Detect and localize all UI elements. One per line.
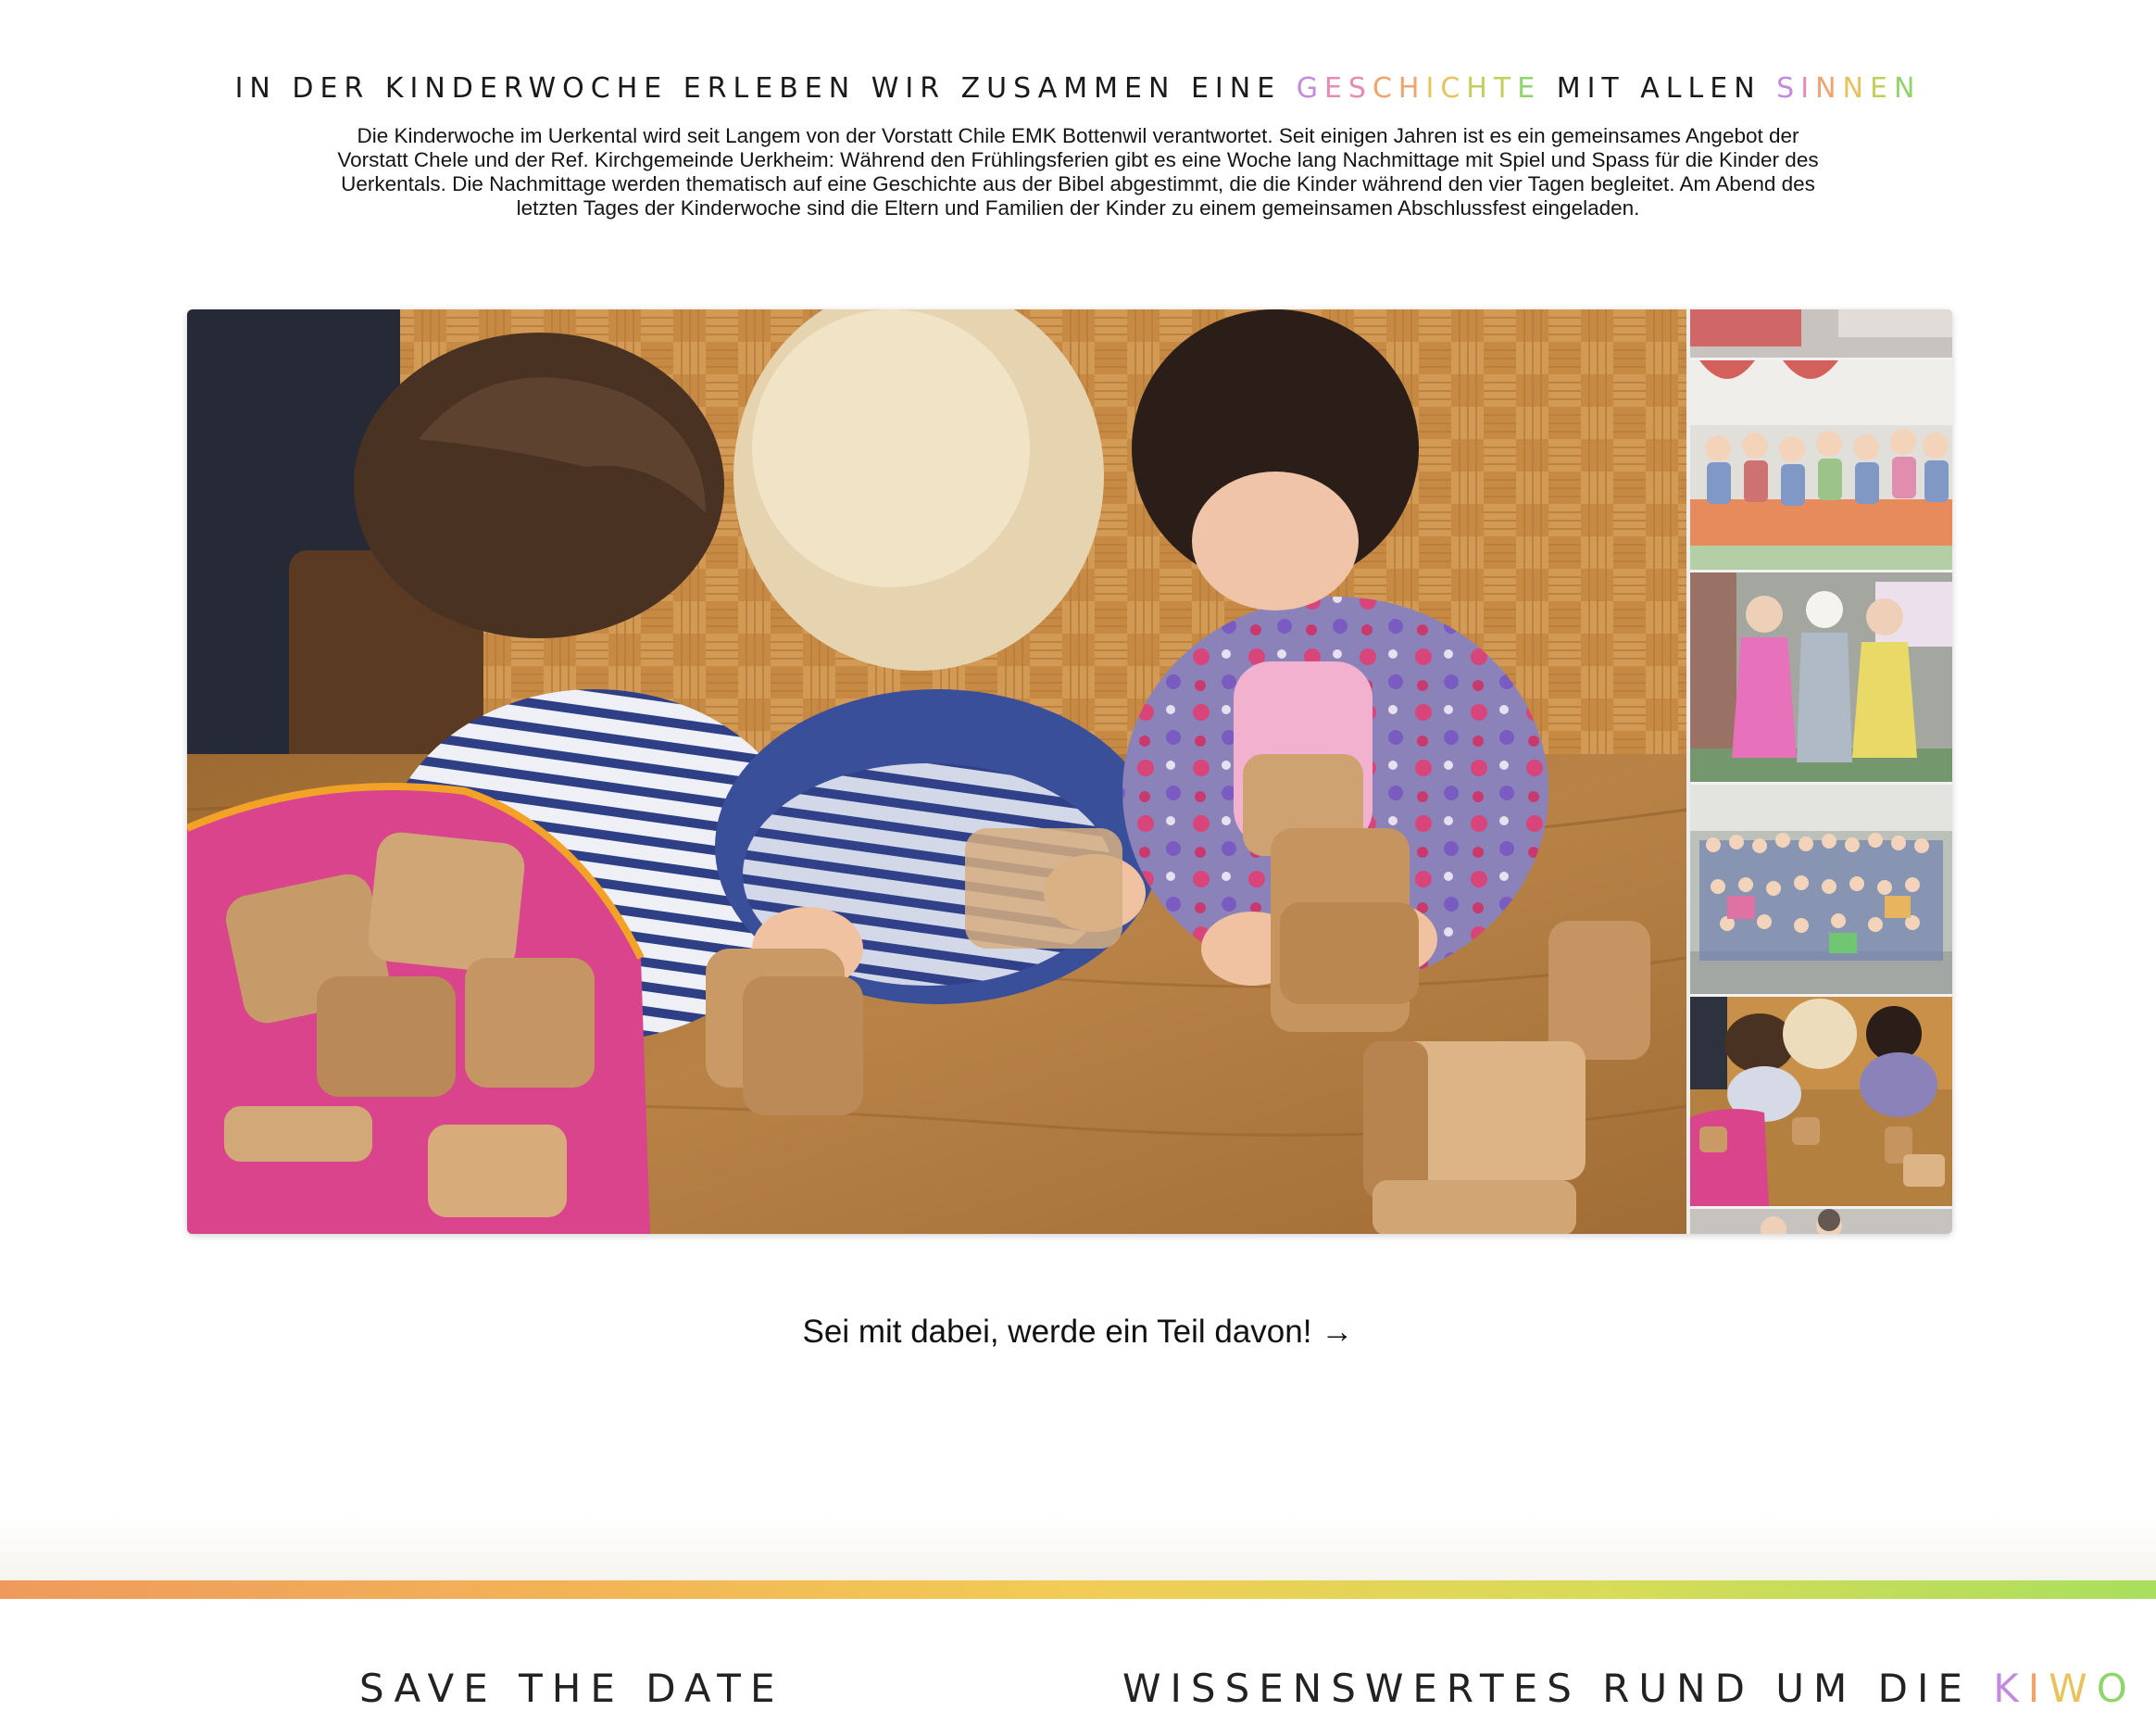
rainbow-letter: H bbox=[1398, 72, 1426, 105]
rainbow-letter: N bbox=[1815, 72, 1843, 105]
wissenswertes-heading: WISSENSWERTES RUND UM DIE KIWO bbox=[1122, 1666, 2137, 1711]
intro-title-word-geschichte: GESCHICHTE bbox=[1297, 72, 1541, 105]
photo-gallery[interactable] bbox=[187, 309, 1952, 1234]
arrow-right-icon: → bbox=[1321, 1314, 1354, 1350]
rainbow-letter: C bbox=[1440, 72, 1467, 105]
intro-title: IN DER KINDERWOCHE ERLEBEN WIR ZUSAMMEN … bbox=[0, 72, 2156, 105]
rainbow-letter: T bbox=[1493, 72, 1518, 105]
rainbow-letter: N bbox=[1842, 72, 1870, 105]
rainbow-letter: G bbox=[1296, 72, 1324, 105]
intro-title-middle: MIT ALLEN bbox=[1541, 72, 1777, 105]
rainbow-letter: E bbox=[1517, 72, 1542, 105]
rainbow-letter: C bbox=[1372, 72, 1398, 105]
group-photo-thumbnail bbox=[1690, 785, 1952, 994]
join-cta-link[interactable]: Sei mit dabei, werde ein Teil davon! → bbox=[0, 1314, 2156, 1351]
rainbow-letter: E bbox=[1869, 72, 1894, 105]
thumbnail-1[interactable] bbox=[1690, 360, 1952, 570]
thumbnail-4[interactable] bbox=[1690, 997, 1952, 1206]
rainbow-letter: W bbox=[2049, 1666, 2097, 1711]
child-portrait-thumbnail bbox=[1690, 1209, 1952, 1234]
children-sitting-on-mats-thumbnail bbox=[1690, 360, 1952, 570]
thumbnail-2[interactable] bbox=[1690, 572, 1952, 782]
wissenswertes-heading-kiwo: KIWO bbox=[1993, 1666, 2137, 1711]
save-the-date-heading: SAVE THE DATE bbox=[359, 1666, 784, 1711]
rainbow-letter: S bbox=[1776, 72, 1801, 105]
rainbow-letter: O bbox=[2096, 1666, 2137, 1711]
thumbnail-3[interactable] bbox=[1690, 785, 1952, 994]
rainbow-letter: K bbox=[1993, 1666, 2028, 1711]
thumbnail-5[interactable] bbox=[1690, 1209, 1952, 1234]
rainbow-letter: E bbox=[1323, 72, 1348, 105]
wissenswertes-heading-prefix: WISSENSWERTES RUND UM DIE bbox=[1122, 1666, 1994, 1711]
intro-title-prefix: IN DER KINDERWOCHE ERLEBEN WIR ZUSAMMEN … bbox=[234, 72, 1297, 105]
main-photo[interactable] bbox=[187, 309, 1686, 1234]
thumbnail-0[interactable] bbox=[1690, 309, 1952, 358]
costumed-storytellers-thumbnail bbox=[1690, 572, 1952, 782]
cta-label: Sei mit dabei, werde ein Teil davon! bbox=[802, 1314, 1312, 1350]
intro-paragraph: Die Kinderwoche im Uerkental wird seit L… bbox=[337, 124, 1819, 220]
rainbow-letter: I bbox=[2027, 1666, 2049, 1711]
rainbow-divider bbox=[0, 1580, 2156, 1599]
children-with-blocks-thumbnail bbox=[1690, 997, 1952, 1206]
rainbow-letter: I bbox=[1800, 72, 1816, 105]
event-hall-thumbnail bbox=[1690, 309, 1952, 358]
section-divider-band bbox=[0, 1516, 2156, 1582]
thumbnail-strip[interactable] bbox=[1690, 309, 1952, 1234]
rainbow-letter: N bbox=[1893, 72, 1922, 105]
rainbow-letter: S bbox=[1348, 72, 1373, 105]
rainbow-letter: I bbox=[1425, 72, 1441, 105]
intro-title-word-sinnen: SINNEN bbox=[1776, 72, 1921, 105]
rainbow-letter: H bbox=[1466, 72, 1494, 105]
